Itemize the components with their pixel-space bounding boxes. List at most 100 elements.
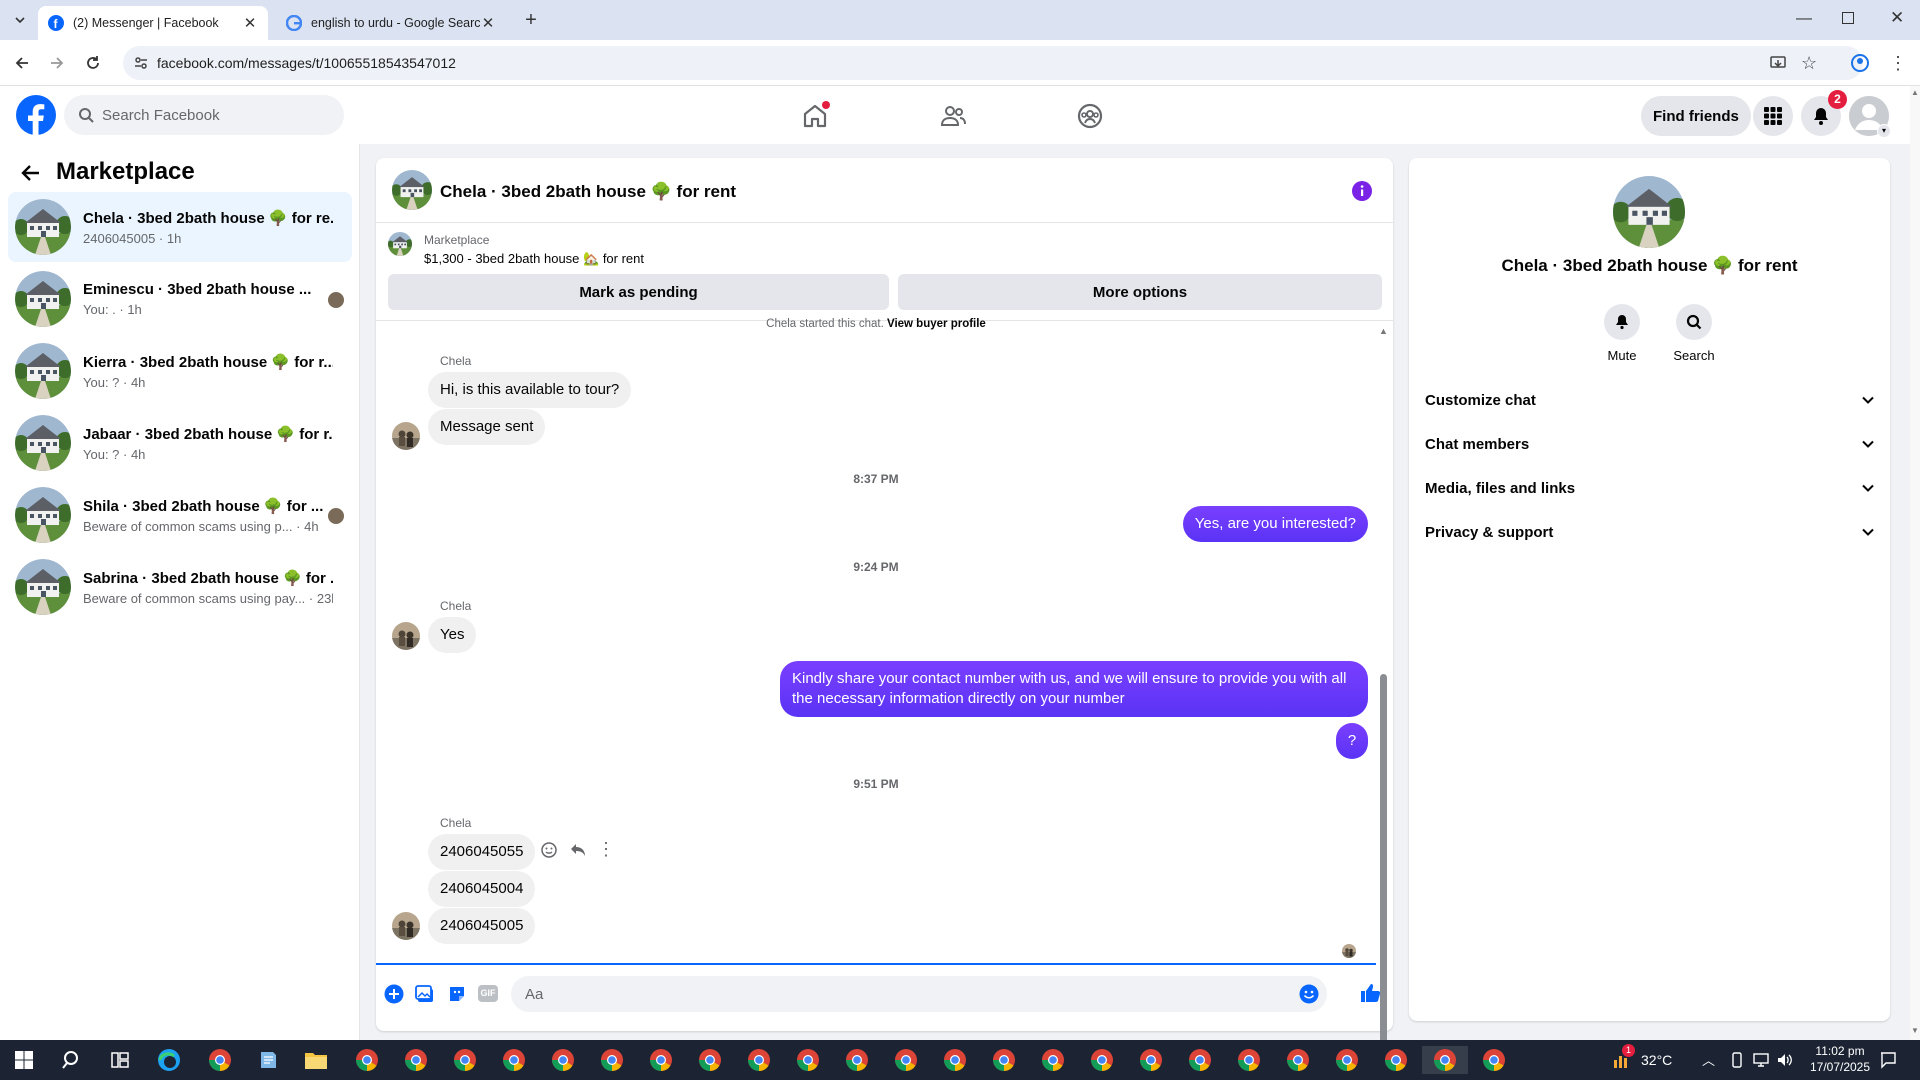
- taskbar-search-icon[interactable]: [58, 1046, 86, 1074]
- weather-icon[interactable]: 1: [1612, 1044, 1635, 1070]
- message-bubble-outgoing[interactable]: ?: [1336, 723, 1368, 759]
- chat-title[interactable]: Chela · 3bed 2bath house 🌳 for rent: [440, 182, 736, 202]
- photo-attach-icon[interactable]: [415, 984, 435, 1004]
- message-bubble-incoming[interactable]: 2406045004: [428, 871, 536, 907]
- tray-device-icon[interactable]: [1730, 1052, 1744, 1068]
- tab-close-icon[interactable]: ✕: [242, 15, 258, 32]
- privacy-support-row[interactable]: Privacy & support: [1425, 512, 1875, 552]
- chrome-window-icon[interactable]: [1088, 1046, 1116, 1074]
- info-icon[interactable]: [1351, 180, 1373, 202]
- chrome-window-icon[interactable]: [451, 1046, 479, 1074]
- file-explorer-icon[interactable]: [302, 1046, 330, 1074]
- network-icon[interactable]: [1752, 1052, 1770, 1068]
- chrome-window-icon[interactable]: [1137, 1046, 1165, 1074]
- message-bubble-incoming[interactable]: 2406045005: [428, 908, 536, 944]
- account-avatar-button[interactable]: ▾: [1849, 96, 1891, 138]
- menu-grid-button[interactable]: [1753, 96, 1793, 136]
- more-actions-icon[interactable]: ⋮: [597, 840, 615, 858]
- message-bubble-outgoing[interactable]: Kindly share your contact number with us…: [780, 661, 1368, 717]
- chrome-window-icon[interactable]: [696, 1046, 724, 1074]
- chat-avatar[interactable]: [392, 170, 432, 210]
- plus-actions-icon[interactable]: [384, 984, 404, 1004]
- reply-icon[interactable]: [569, 841, 587, 859]
- chrome-window-icon[interactable]: [1382, 1046, 1410, 1074]
- info-panel-avatar[interactable]: [1613, 176, 1685, 248]
- customize-chat-row[interactable]: Customize chat: [1425, 380, 1875, 420]
- reload-icon[interactable]: [81, 51, 105, 75]
- window-close-icon[interactable]: ✕: [1890, 8, 1904, 28]
- new-tab-icon[interactable]: +: [520, 9, 542, 31]
- sender-avatar[interactable]: [392, 422, 420, 450]
- chrome-window-icon[interactable]: [598, 1046, 626, 1074]
- chat-members-row[interactable]: Chat members: [1425, 424, 1875, 464]
- tab-search-chevron-icon[interactable]: [8, 8, 32, 32]
- gif-icon[interactable]: GIF: [478, 985, 498, 1002]
- chrome-window-icon[interactable]: [1333, 1046, 1361, 1074]
- profile-icon[interactable]: [1848, 51, 1872, 75]
- temperature-text[interactable]: 32°C: [1641, 1052, 1672, 1068]
- task-view-icon[interactable]: [106, 1046, 134, 1074]
- tab-close-icon[interactable]: ✕: [480, 15, 496, 32]
- conversation-item[interactable]: Eminescu · 3bed 2bath house ... You: . · …: [8, 264, 352, 334]
- install-app-icon[interactable]: [1769, 54, 1787, 72]
- chrome-window-icon[interactable]: [500, 1046, 528, 1074]
- find-friends-button[interactable]: Find friends: [1641, 96, 1751, 136]
- conversation-item[interactable]: Jabaar · 3bed 2bath house 🌳 for r... You:…: [8, 408, 352, 478]
- site-info-icon[interactable]: [133, 55, 149, 71]
- chrome-window-icon[interactable]: [353, 1046, 381, 1074]
- emoji-icon[interactable]: [1299, 984, 1319, 1004]
- chat-scrollbar[interactable]: ▲ ▼: [1376, 326, 1390, 1080]
- chrome-window-icon[interactable]: [1186, 1046, 1214, 1074]
- chrome-window-icon[interactable]: [647, 1046, 675, 1074]
- chrome-window-icon[interactable]: [745, 1046, 773, 1074]
- chrome-window-icon[interactable]: [549, 1046, 577, 1074]
- back-arrow-icon[interactable]: [20, 162, 42, 184]
- listing-detail[interactable]: $1,300 - 3bed 2bath house 🏡 for rent: [424, 251, 644, 267]
- conversation-item[interactable]: Shila · 3bed 2bath house 🌳 for ... Beware…: [8, 480, 352, 550]
- chrome-window-icon[interactable]: [402, 1046, 430, 1074]
- address-bar[interactable]: facebook.com/messages/t/1006551854354701…: [123, 46, 1863, 80]
- message-bubble-incoming[interactable]: 2406045055: [428, 834, 536, 870]
- browser-menu-icon[interactable]: ⋮: [1886, 51, 1910, 75]
- restore-icon[interactable]: [1842, 12, 1854, 24]
- windows-start-icon[interactable]: [10, 1046, 38, 1074]
- search-in-chat-button[interactable]: Search: [1664, 304, 1724, 363]
- react-icon[interactable]: [540, 841, 558, 859]
- facebook-logo-icon[interactable]: [16, 95, 56, 135]
- message-bubble-outgoing[interactable]: Yes, are you interested?: [1182, 506, 1368, 542]
- nav-home-icon[interactable]: [795, 96, 835, 136]
- tray-chevron-icon[interactable]: ︿: [1702, 1050, 1715, 1069]
- conversation-item[interactable]: Sabrina · 3bed 2bath house 🌳 for ... Bewa…: [8, 552, 352, 622]
- conversation-item[interactable]: Kierra · 3bed 2bath house 🌳 for r... You:…: [8, 336, 352, 406]
- conversation-item[interactable]: Chela · 3bed 2bath house 🌳 for re... 2406…: [8, 192, 352, 262]
- minimize-icon[interactable]: —: [1796, 10, 1812, 28]
- nav-friends-icon[interactable]: [933, 96, 973, 136]
- scroll-up-icon[interactable]: ▲: [1911, 88, 1919, 97]
- scrollbar-thumb[interactable]: [1380, 674, 1387, 1080]
- notification-center-icon[interactable]: [1879, 1051, 1897, 1069]
- mark-as-pending-button[interactable]: Mark as pending: [388, 274, 889, 310]
- message-input[interactable]: Aa: [511, 976, 1327, 1012]
- chrome-icon[interactable]: [206, 1046, 234, 1074]
- clock[interactable]: 11:02 pm 17/07/2025: [1802, 1043, 1878, 1075]
- chrome-window-icon[interactable]: [1422, 1046, 1468, 1074]
- chrome-window-icon[interactable]: [990, 1046, 1018, 1074]
- edge-browser-icon[interactable]: [155, 1046, 183, 1074]
- view-buyer-profile-link[interactable]: View buyer profile: [887, 318, 986, 330]
- mute-button[interactable]: Mute: [1592, 304, 1652, 363]
- search-facebook-input[interactable]: Search Facebook: [64, 95, 344, 135]
- scroll-down-icon[interactable]: ▼: [1911, 1026, 1919, 1035]
- notepad-icon[interactable]: [254, 1046, 282, 1074]
- notifications-button[interactable]: 2: [1801, 90, 1847, 136]
- more-options-button[interactable]: More options: [898, 274, 1382, 310]
- forward-icon[interactable]: [45, 51, 69, 75]
- bookmark-star-icon[interactable]: ☆: [1801, 53, 1817, 74]
- chrome-window-icon[interactable]: [1235, 1046, 1263, 1074]
- page-scrollbar[interactable]: ▲ ▼: [1910, 86, 1920, 1040]
- back-icon[interactable]: [10, 51, 34, 75]
- like-thumb-icon[interactable]: [1359, 982, 1381, 1004]
- listing-thumb[interactable]: [388, 232, 412, 256]
- chrome-window-icon[interactable]: [1039, 1046, 1067, 1074]
- message-bubble-incoming[interactable]: Yes: [428, 617, 477, 653]
- chrome-window-icon[interactable]: [794, 1046, 822, 1074]
